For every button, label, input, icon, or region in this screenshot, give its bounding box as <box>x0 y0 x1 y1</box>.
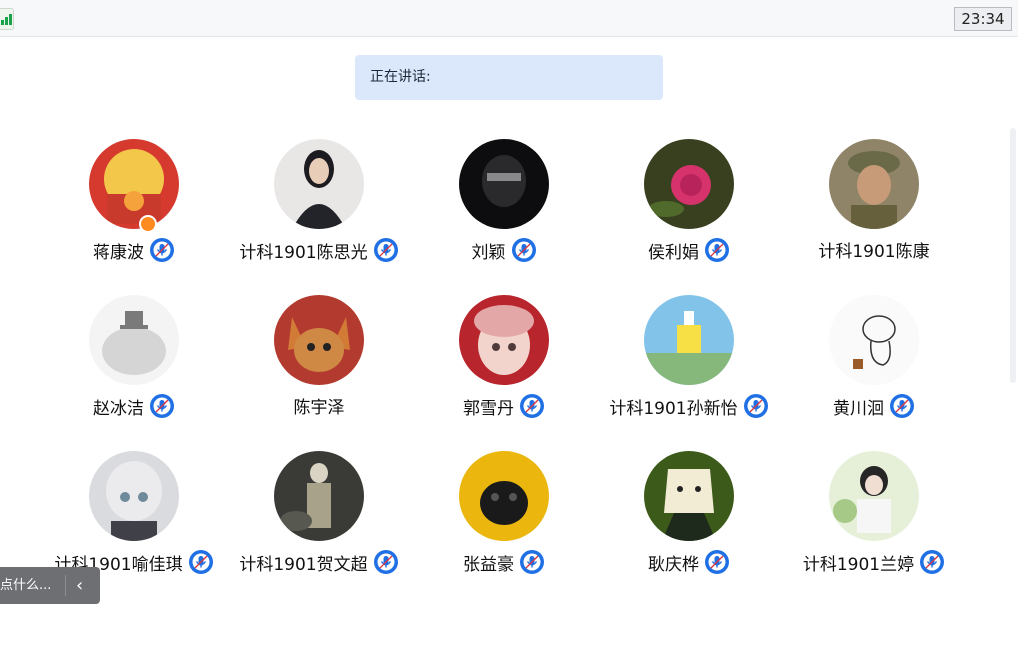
participant-name: 计科1901兰婷 <box>802 554 915 575</box>
participant-name: 计科1901陈康 <box>818 242 930 262</box>
participant-name-row: 侯利娟 <box>597 237 782 263</box>
participant-name-row: 计科1901陈思光 <box>227 237 412 263</box>
participant-name-row: 刘颖 <box>412 237 597 263</box>
participant-name: 张益豪 <box>463 554 514 575</box>
participant-tile[interactable]: 刘颖 <box>412 139 597 269</box>
microphone-icon <box>920 550 945 574</box>
participant-name-row: 计科1901贺文超 <box>227 549 412 575</box>
participant-tile[interactable]: 耿庆桦 <box>597 451 782 581</box>
meeting-timer: 23:34 <box>954 7 1012 31</box>
microphone-icon <box>373 550 398 574</box>
participant-tile[interactable]: 张益豪 <box>412 451 597 581</box>
avatar[interactable] <box>459 295 549 385</box>
avatar[interactable] <box>89 295 179 385</box>
avatar[interactable] <box>89 139 179 229</box>
participant-tile[interactable]: 计科1901喻佳琪 <box>42 451 227 581</box>
participant-tile[interactable]: 侯利娟 <box>597 139 782 269</box>
participant-name: 赵冰洁 <box>93 398 144 419</box>
participant-name-row: 计科1901孙新怡 <box>597 393 782 419</box>
participant-tile[interactable]: 计科1901兰婷 <box>782 451 967 581</box>
microphone-icon <box>150 394 174 418</box>
avatar[interactable] <box>274 295 364 385</box>
participant-tile[interactable]: 计科1901孙新怡 <box>597 295 782 425</box>
participant-name-row: 计科1901兰婷 <box>782 549 967 575</box>
microphone-icon <box>520 550 544 574</box>
avatar[interactable] <box>89 451 179 541</box>
avatar[interactable] <box>644 295 734 385</box>
participant-name-row: 耿庆桦 <box>597 549 782 575</box>
participant-name: 蒋康波 <box>93 242 144 263</box>
microphone-icon <box>705 550 729 574</box>
participant-name: 计科1901贺文超 <box>239 554 368 575</box>
separator <box>65 575 66 596</box>
participant-tile[interactable]: 计科1901陈思光 <box>227 139 412 269</box>
participant-tile[interactable]: 陈宇泽 <box>227 295 412 425</box>
microphone-icon <box>743 394 768 418</box>
participant-tile[interactable]: 郭雪丹 <box>412 295 597 425</box>
microphone-icon <box>890 394 914 418</box>
participant-name-row: 陈宇泽 <box>227 393 412 418</box>
avatar[interactable] <box>829 139 919 229</box>
speaking-indicator: 正在讲话: <box>355 55 663 100</box>
participant-tile[interactable]: 赵冰洁 <box>42 295 227 425</box>
participant-name: 黄川洄 <box>833 398 884 419</box>
participant-name: 计科1901陈思光 <box>239 242 368 263</box>
microphone-icon <box>373 238 398 262</box>
participant-name-row: 计科1901陈康 <box>782 237 967 262</box>
comment-placeholder[interactable]: 点什么... <box>0 567 51 604</box>
avatar[interactable] <box>274 139 364 229</box>
participant-name-row: 蒋康波 <box>42 237 227 263</box>
avatar[interactable] <box>459 451 549 541</box>
microphone-icon <box>511 238 536 262</box>
avatar[interactable] <box>459 139 549 229</box>
avatar[interactable] <box>644 139 734 229</box>
participant-name: 陈宇泽 <box>293 398 345 418</box>
avatar[interactable] <box>274 451 364 541</box>
participant-name: 郭雪丹 <box>463 398 514 419</box>
microphone-icon <box>188 550 213 574</box>
participant-name: 耿庆桦 <box>648 554 699 575</box>
top-bar: 23:34 <box>0 0 1018 37</box>
participant-tile[interactable]: 黄川洄 <box>782 295 967 425</box>
participant-name: 侯利娟 <box>648 242 699 263</box>
microphone-icon <box>150 238 174 262</box>
participant-name: 刘颖 <box>471 242 506 263</box>
participant-name-row: 张益豪 <box>412 549 597 575</box>
avatar[interactable] <box>829 295 919 385</box>
participant-name: 计科1901孙新怡 <box>609 398 738 419</box>
host-badge-icon <box>139 215 157 233</box>
participant-name-row: 黄川洄 <box>782 393 967 419</box>
avatar[interactable] <box>644 451 734 541</box>
microphone-icon <box>705 238 729 262</box>
participant-name-row: 郭雪丹 <box>412 393 597 419</box>
participant-tile[interactable]: 蒋康波 <box>42 139 227 269</box>
microphone-icon <box>520 394 544 418</box>
comment-bar[interactable]: 点什么... ‹ <box>0 567 100 604</box>
avatar[interactable] <box>829 451 919 541</box>
participant-name-row: 赵冰洁 <box>42 393 227 419</box>
participant-tile[interactable]: 计科1901陈康 <box>782 139 967 269</box>
scrollbar[interactable] <box>1010 128 1016 383</box>
participant-tile[interactable]: 计科1901贺文超 <box>227 451 412 581</box>
signal-bars-icon <box>0 8 14 30</box>
chevron-left-icon[interactable]: ‹ <box>76 567 83 604</box>
